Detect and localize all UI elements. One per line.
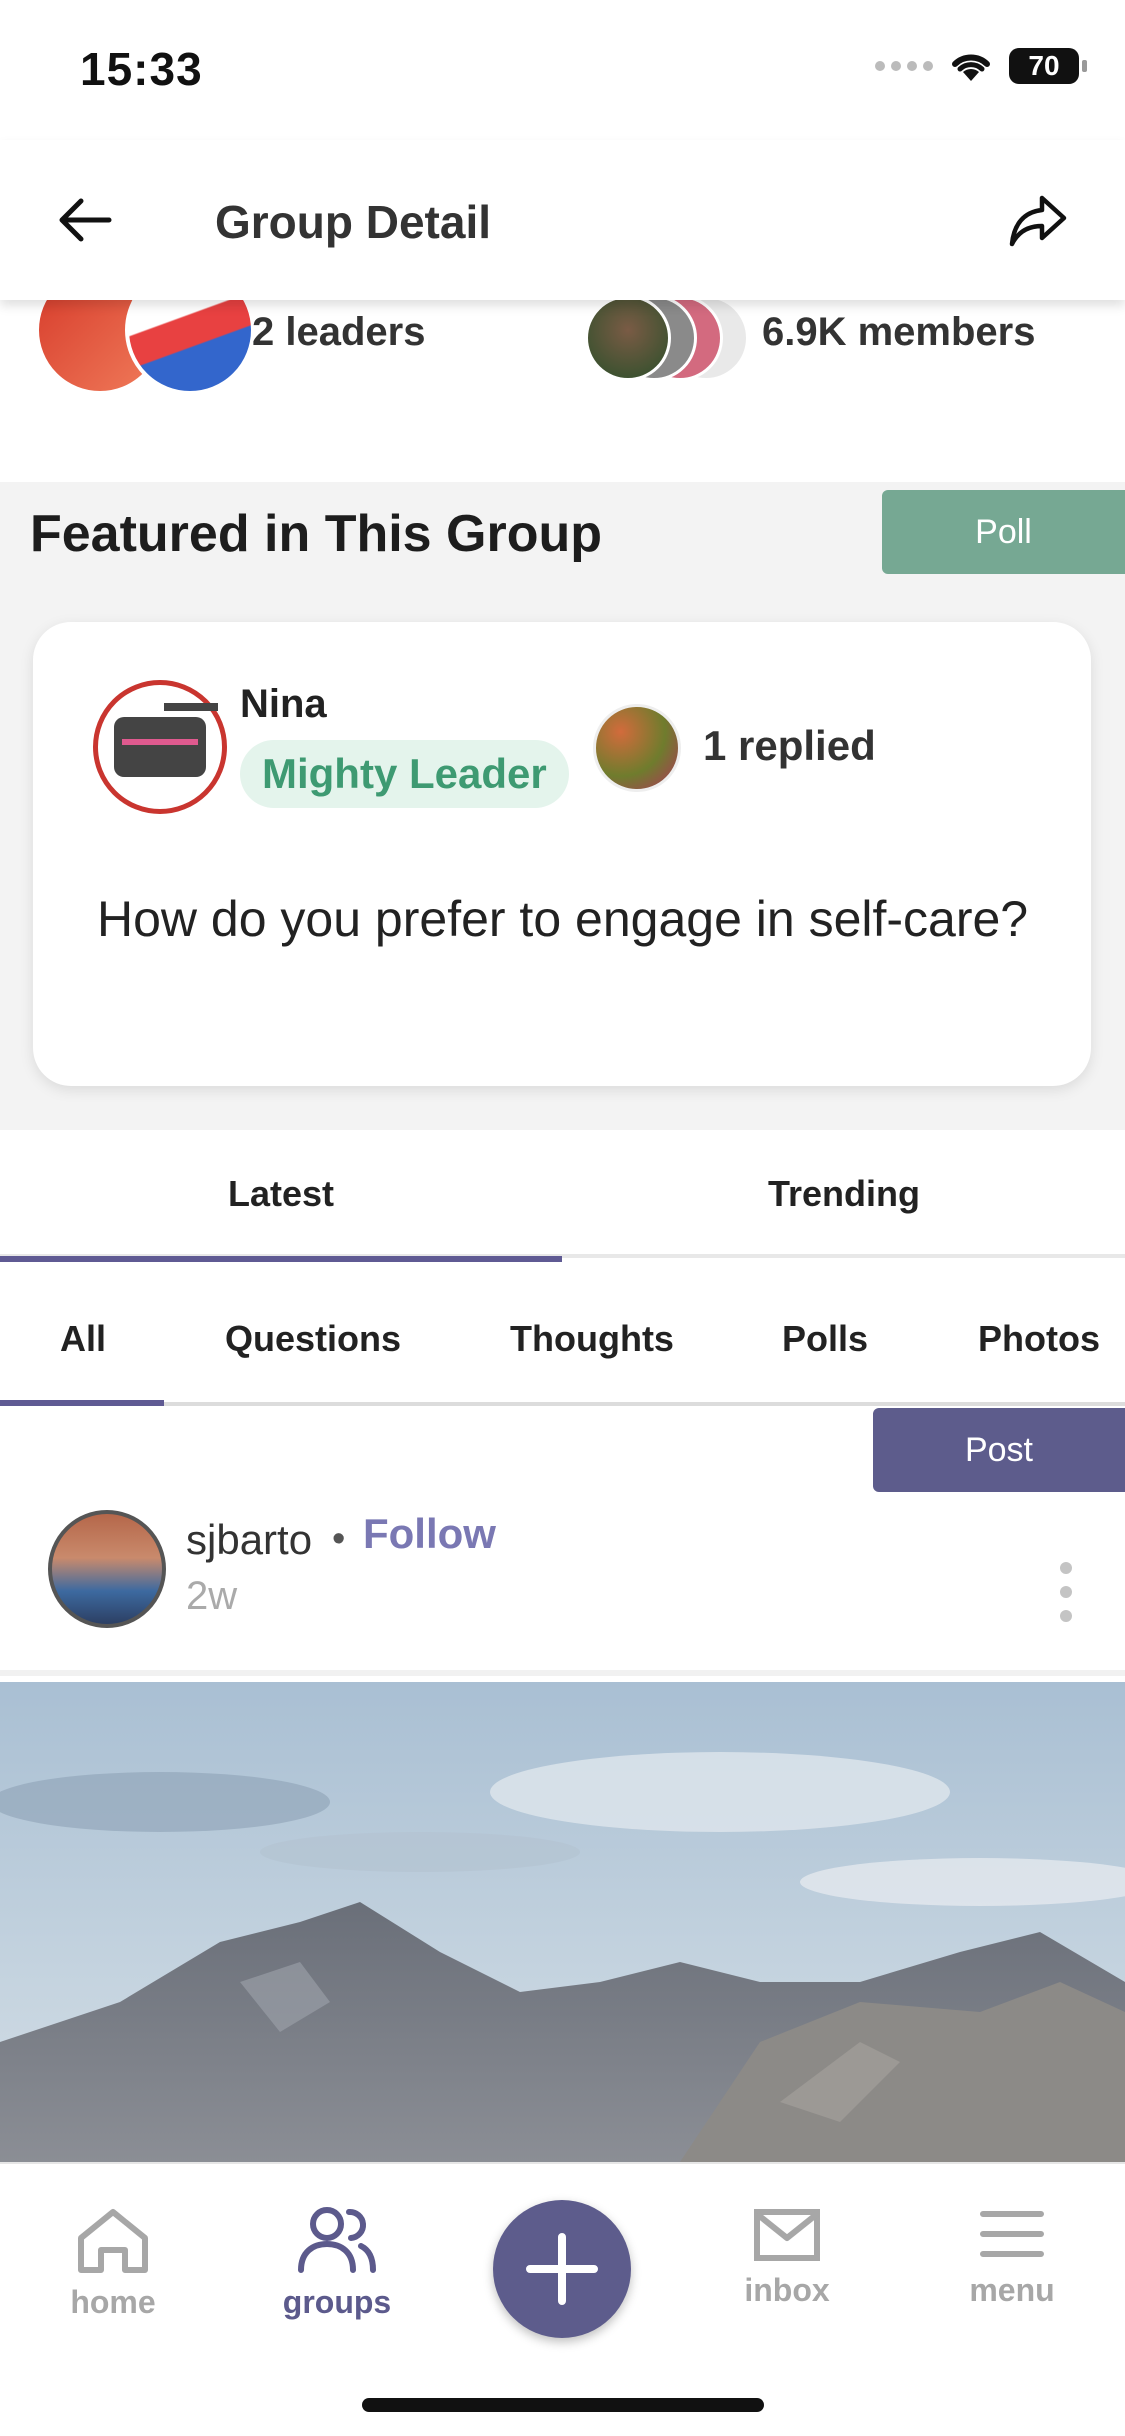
home-indicator[interactable] [362, 2398, 764, 2412]
author-name[interactable]: Nina [240, 682, 327, 727]
nav-menu[interactable]: menu [932, 2204, 1092, 2309]
back-button[interactable] [50, 185, 120, 255]
tab-trending[interactable]: Trending [563, 1130, 1125, 1258]
post-header: sjbarto • Follow 2w [0, 1492, 1125, 1676]
avatar[interactable] [93, 680, 227, 814]
status-indicators: 70 [875, 48, 1087, 84]
nav-home[interactable]: home [33, 2204, 193, 2321]
hamburger-menu-icon [980, 2211, 1044, 2257]
poll-question: How do you prefer to engage in self-care… [97, 891, 1029, 947]
avatar[interactable] [48, 1510, 166, 1628]
feed-tabs: Latest Trending [0, 1130, 1125, 1262]
section-title: Featured in This Group [30, 505, 603, 563]
leader-badge: Mighty Leader [240, 740, 569, 808]
filter-polls[interactable]: Polls [782, 1272, 868, 1406]
nav-groups[interactable]: groups [257, 2204, 417, 2321]
poll-type-badge: Poll [882, 490, 1125, 574]
more-options-button[interactable] [1051, 1562, 1081, 1622]
filter-questions[interactable]: Questions [225, 1272, 401, 1406]
home-icon [78, 2209, 148, 2273]
bottom-navigation: home groups inbox menu [0, 2162, 1125, 2436]
follow-button[interactable]: Follow [363, 1510, 496, 1558]
featured-poll-card[interactable]: Nina Mighty Leader 1 replied How do you … [33, 622, 1091, 1086]
members-avatars[interactable] [585, 295, 749, 381]
cellular-signal-icon [875, 61, 933, 71]
nav-home-label: home [70, 2284, 156, 2320]
nav-menu-label: menu [969, 2272, 1055, 2308]
filter-all[interactable]: All [60, 1272, 106, 1406]
wifi-icon [952, 54, 990, 81]
mail-icon [754, 2209, 820, 2261]
post-timestamp: 2w [186, 1574, 238, 1618]
group-stats: 2 leaders 6.9K members [0, 265, 1125, 480]
post-type-badge: Post [873, 1408, 1125, 1492]
page-title: Group Detail [215, 196, 492, 248]
active-filter-indicator [0, 1400, 164, 1406]
post-type-filters: All Questions Thoughts Polls Photos [0, 1272, 1125, 1406]
featured-section: Featured in This Group Poll Nina Mighty … [0, 482, 1125, 1130]
leaders-count[interactable]: 2 leaders [252, 310, 425, 355]
nav-groups-label: groups [282, 2284, 392, 2320]
back-arrow-icon [59, 198, 112, 242]
separator-dot: • [332, 1518, 346, 1560]
mountain-photo [0, 1682, 1125, 2162]
share-button[interactable] [1003, 185, 1073, 255]
battery-icon: 70 [1009, 48, 1087, 84]
post-photo[interactable] [0, 1682, 1125, 2162]
tab-latest[interactable]: Latest [0, 1130, 562, 1262]
status-time: 15:33 [80, 43, 203, 95]
share-icon [1009, 195, 1067, 247]
status-bar: 15:33 70 [0, 0, 1125, 140]
create-post-button[interactable] [493, 2200, 631, 2338]
filter-thoughts[interactable]: Thoughts [510, 1272, 674, 1406]
replied-count: 1 replied [703, 722, 876, 769]
avatar [585, 295, 671, 381]
groups-icon [298, 2207, 376, 2273]
post-username[interactable]: sjbarto [186, 1516, 312, 1564]
app-header: Group Detail [0, 140, 1125, 300]
members-count[interactable]: 6.9K members [762, 310, 1035, 355]
avatar [593, 704, 681, 792]
plus-icon [526, 2233, 598, 2305]
filter-photos[interactable]: Photos [978, 1272, 1100, 1406]
nav-inbox[interactable]: inbox [707, 2204, 867, 2309]
nav-inbox-label: inbox [744, 2272, 830, 2308]
tank-logo-icon [114, 703, 218, 777]
